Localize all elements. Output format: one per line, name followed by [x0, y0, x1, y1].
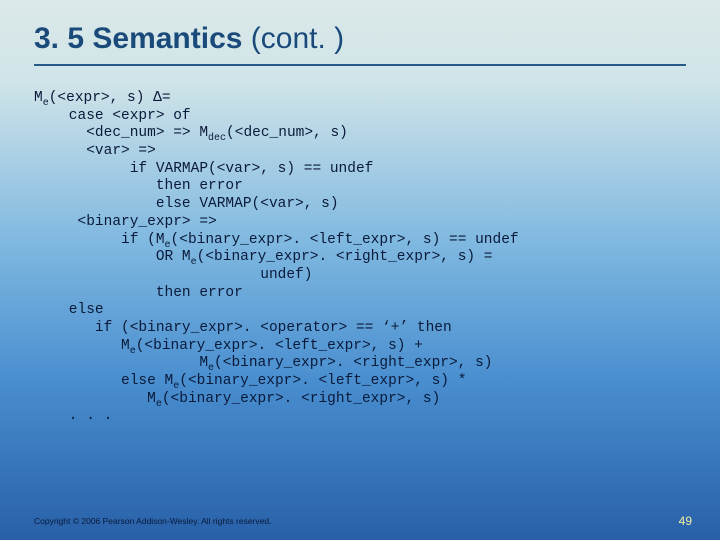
title-main: 3. 5 Semantics [34, 22, 242, 55]
title-paren: (cont. ) [242, 22, 344, 55]
slide-title: 3. 5 Semantics (cont. ) [34, 22, 686, 56]
title-divider [34, 64, 686, 66]
code-block: Me(<expr>, s) Δ= case <expr> of <dec_num… [34, 90, 686, 426]
slide: 3. 5 Semantics (cont. ) Me(<expr>, s) Δ=… [0, 0, 720, 540]
copyright-footer: Copyright © 2006 Pearson Addison-Wesley.… [34, 516, 271, 526]
page-number: 49 [679, 514, 692, 528]
